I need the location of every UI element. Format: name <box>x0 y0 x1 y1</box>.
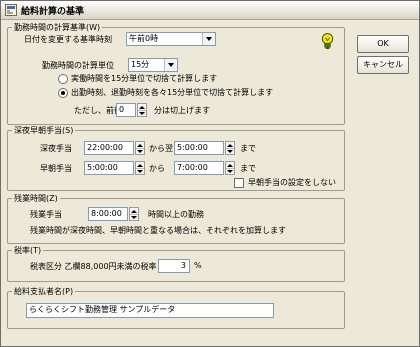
radio-clock-time[interactable] <box>58 88 68 98</box>
tax-group: 税率(T) 税表区分 乙欄88,000円未満の税率 3 % <box>7 245 345 282</box>
spin-down-icon[interactable] <box>130 214 138 220</box>
night-from-input[interactable]: 22:00:00 <box>84 141 134 155</box>
overtime-legend: 残業時間(Z) <box>12 193 60 204</box>
unit-value: 15分 <box>131 60 150 69</box>
night-allowance-label: 深夜手当 <box>40 144 72 153</box>
spin-down-icon[interactable] <box>226 148 234 154</box>
overtime-spinner[interactable] <box>129 207 139 221</box>
night-mid-label: から翌 <box>149 144 173 153</box>
calc-basis-group: 勤務時間の計算基準(W) 日付を変更する基準時刻 午前0時 勤務時間の計算単位 … <box>7 22 345 125</box>
app-window-icon <box>5 4 17 16</box>
night-to-spinner[interactable] <box>225 141 235 155</box>
early-to-spinner[interactable] <box>225 161 235 175</box>
overtime-group: 残業時間(Z) 残業手当 8:00:00 時間以上の勤務 残業時間が深夜時間、早… <box>7 193 345 244</box>
round-minutes-spinner[interactable] <box>137 103 147 117</box>
overtime-suffix-label: 時間以上の勤務 <box>148 210 204 219</box>
no-early-checkbox[interactable] <box>234 178 244 188</box>
tax-legend: 税率(T) <box>12 245 44 256</box>
title-bar: 給料計算の基準 <box>1 1 419 20</box>
night-early-group: 深夜早朝手当(S) 深夜手当 22:00:00 から翌 5:00:00 まで 早… <box>7 125 345 191</box>
chevron-down-icon[interactable] <box>202 33 215 45</box>
date-change-value: 午前0時 <box>129 34 159 43</box>
night-to-input[interactable]: 5:00:00 <box>174 141 224 155</box>
payer-legend: 給料支払者名(P) <box>12 286 76 297</box>
spin-down-icon[interactable] <box>136 168 144 174</box>
payer-name-value: らくらくシフト勤務管理 サンプルデータ <box>29 305 176 314</box>
spin-down-icon[interactable] <box>138 110 146 116</box>
early-to-value: 7:00:00 <box>177 163 208 172</box>
early-mid-label: から <box>149 164 165 173</box>
spin-down-icon[interactable] <box>136 148 144 154</box>
round-minutes-input[interactable]: 0 <box>116 103 136 117</box>
early-from-input[interactable]: 5:00:00 <box>84 161 134 175</box>
date-change-select[interactable]: 午前0時 <box>126 32 216 46</box>
no-early-label[interactable]: 早朝手当の設定をしない <box>248 177 336 188</box>
night-suffix-label: まで <box>240 144 256 153</box>
overtime-value: 8:00:00 <box>91 209 122 218</box>
unit-select[interactable]: 15分 <box>128 58 178 72</box>
tax-rate-input[interactable]: 3 <box>158 259 190 273</box>
unit-label: 勤務時間の計算単位 <box>42 61 114 70</box>
tax-rate-value: 3 <box>180 261 186 270</box>
radio-actual-time[interactable] <box>58 74 68 84</box>
night-early-legend: 深夜早朝手当(S) <box>12 125 76 136</box>
chevron-down-icon[interactable] <box>164 59 177 71</box>
dialog-window: 給料計算の基準 勤務時間の計算基準(W) 日付を変更する基準時刻 午前0時 勤務… <box>0 0 420 347</box>
cancel-button[interactable]: キャンセル <box>357 56 409 74</box>
round-suffix-label: 分は切上げます <box>154 106 210 115</box>
radio-actual-time-label[interactable]: 実働時間を15分単位で切捨て計算します <box>71 73 217 84</box>
spin-down-icon[interactable] <box>226 168 234 174</box>
overtime-label: 残業手当 <box>30 210 62 219</box>
night-from-value: 22:00:00 <box>87 143 123 152</box>
date-change-label: 日付を変更する基準時刻 <box>24 35 112 44</box>
round-minutes-value: 0 <box>119 105 125 114</box>
hint-bulb-icon[interactable] <box>320 32 335 51</box>
early-to-input[interactable]: 7:00:00 <box>174 161 224 175</box>
tax-unit-label: % <box>194 261 202 270</box>
early-from-spinner[interactable] <box>135 161 145 175</box>
overtime-note: 残業時間が深夜時間、早朝時間と重なる場合は、それぞれを加算します <box>30 226 286 235</box>
round-prefix-label: ただし、前後 <box>74 106 122 115</box>
early-from-value: 5:00:00 <box>87 163 118 172</box>
payer-name-input[interactable]: らくらくシフト勤務管理 サンプルデータ <box>26 303 274 318</box>
tax-label: 税表区分 乙欄88,000円未満の税率 <box>30 262 157 271</box>
overtime-input[interactable]: 8:00:00 <box>88 207 128 221</box>
calc-basis-legend: 勤務時間の計算基準(W) <box>12 22 103 33</box>
payer-group: 給料支払者名(P) らくらくシフト勤務管理 サンプルデータ <box>7 286 345 329</box>
early-suffix-label: まで <box>240 164 256 173</box>
radio-clock-time-label[interactable]: 出勤時刻、退勤時刻を各々15分単位で切捨て計算します <box>71 87 273 98</box>
night-from-spinner[interactable] <box>135 141 145 155</box>
ok-button[interactable]: OK <box>357 35 409 53</box>
early-allowance-label: 早朝手当 <box>40 164 72 173</box>
night-to-value: 5:00:00 <box>177 143 208 152</box>
window-title: 給料計算の基準 <box>21 7 85 17</box>
